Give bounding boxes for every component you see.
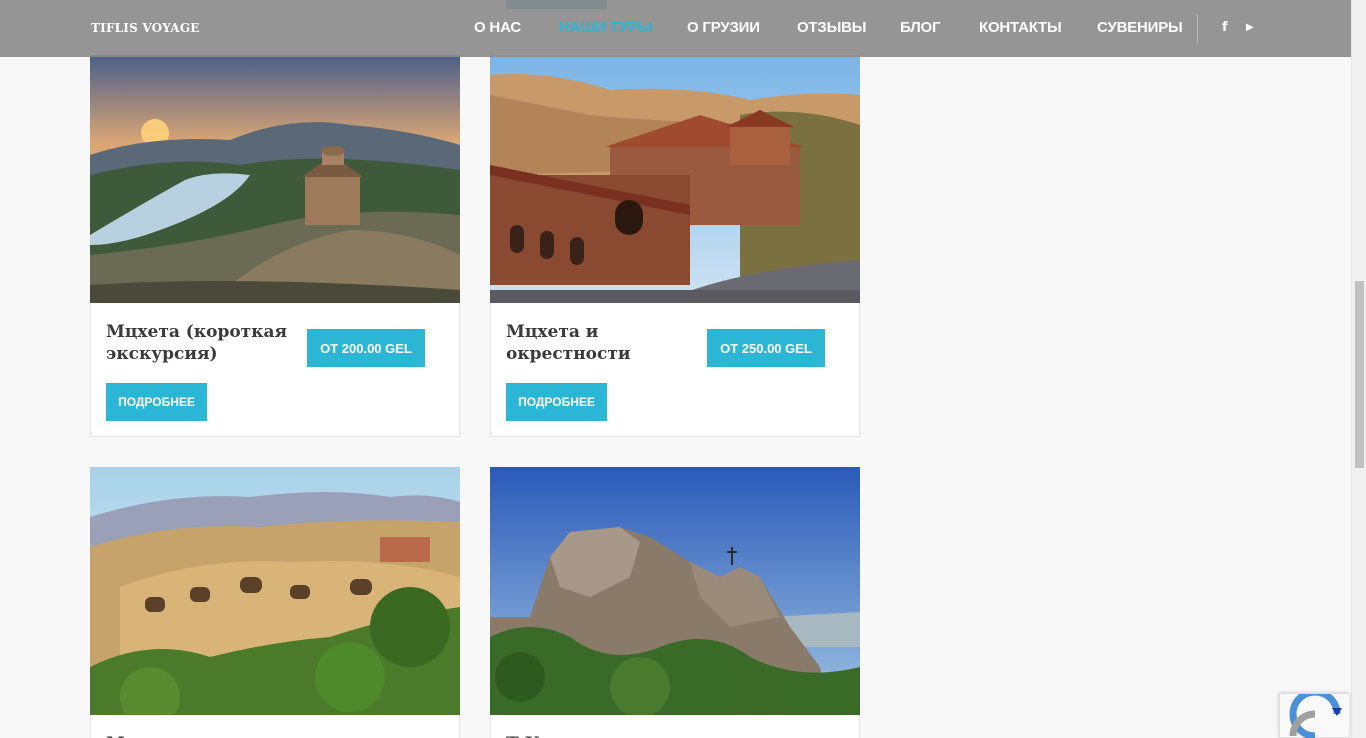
nav-contacts[interactable]: КОНТАКТЫ bbox=[979, 19, 1062, 36]
tour-title[interactable]: Мцхета (короткая экскурсия) bbox=[106, 321, 296, 365]
tour-card: Т К bbox=[490, 467, 860, 738]
tour-card: Мцхета и окрестности ОТ 250.00 GEL ПОДРО… bbox=[490, 55, 860, 437]
details-button[interactable]: ПОДРОБНЕЕ bbox=[506, 383, 607, 421]
nav-reviews[interactable]: ОТЗЫВЫ bbox=[797, 19, 866, 36]
scrollbar-thumb[interactable] bbox=[1355, 281, 1364, 468]
tour-photo[interactable] bbox=[90, 55, 460, 303]
top-navbar: TIFLIS VOYAGE О НАС НАШИ ТУРЫ О ГРУЗИИ О… bbox=[0, 0, 1351, 57]
nav-divider bbox=[1197, 14, 1198, 44]
tour-card: Мцхета (короткая экскурсия) ОТ 200.00 GE… bbox=[90, 55, 460, 437]
details-button[interactable]: ПОДРОБНЕЕ bbox=[106, 383, 207, 421]
nav-tours[interactable]: НАШИ ТУРЫ bbox=[559, 19, 652, 36]
tour-photo[interactable] bbox=[490, 467, 860, 715]
tour-title[interactable]: Т К bbox=[506, 733, 696, 738]
tour-photo[interactable] bbox=[490, 55, 860, 303]
nav-about[interactable]: О НАС bbox=[474, 19, 521, 36]
tour-title[interactable]: М bbox=[106, 733, 296, 738]
price-button[interactable]: ОТ 200.00 GEL bbox=[307, 329, 425, 367]
nav-about-georgia[interactable]: О ГРУЗИИ bbox=[687, 19, 760, 36]
nav-souvenirs[interactable]: СУВЕНИРЫ bbox=[1097, 19, 1183, 36]
tour-title[interactable]: Мцхета и окрестности bbox=[506, 321, 696, 365]
tour-photo[interactable] bbox=[90, 467, 460, 715]
price-button[interactable]: ОТ 250.00 GEL bbox=[707, 329, 825, 367]
page-scrollbar[interactable] bbox=[1351, 0, 1366, 738]
site-logo[interactable]: TIFLIS VOYAGE bbox=[91, 21, 200, 35]
facebook-icon[interactable]: f bbox=[1222, 20, 1228, 35]
recaptcha-icon bbox=[1289, 688, 1342, 738]
nav-blog[interactable]: БЛОГ bbox=[900, 19, 941, 36]
youtube-icon[interactable]: ▶ bbox=[1246, 22, 1254, 33]
recaptcha-badge[interactable] bbox=[1279, 688, 1349, 738]
tour-card: М bbox=[90, 467, 460, 738]
